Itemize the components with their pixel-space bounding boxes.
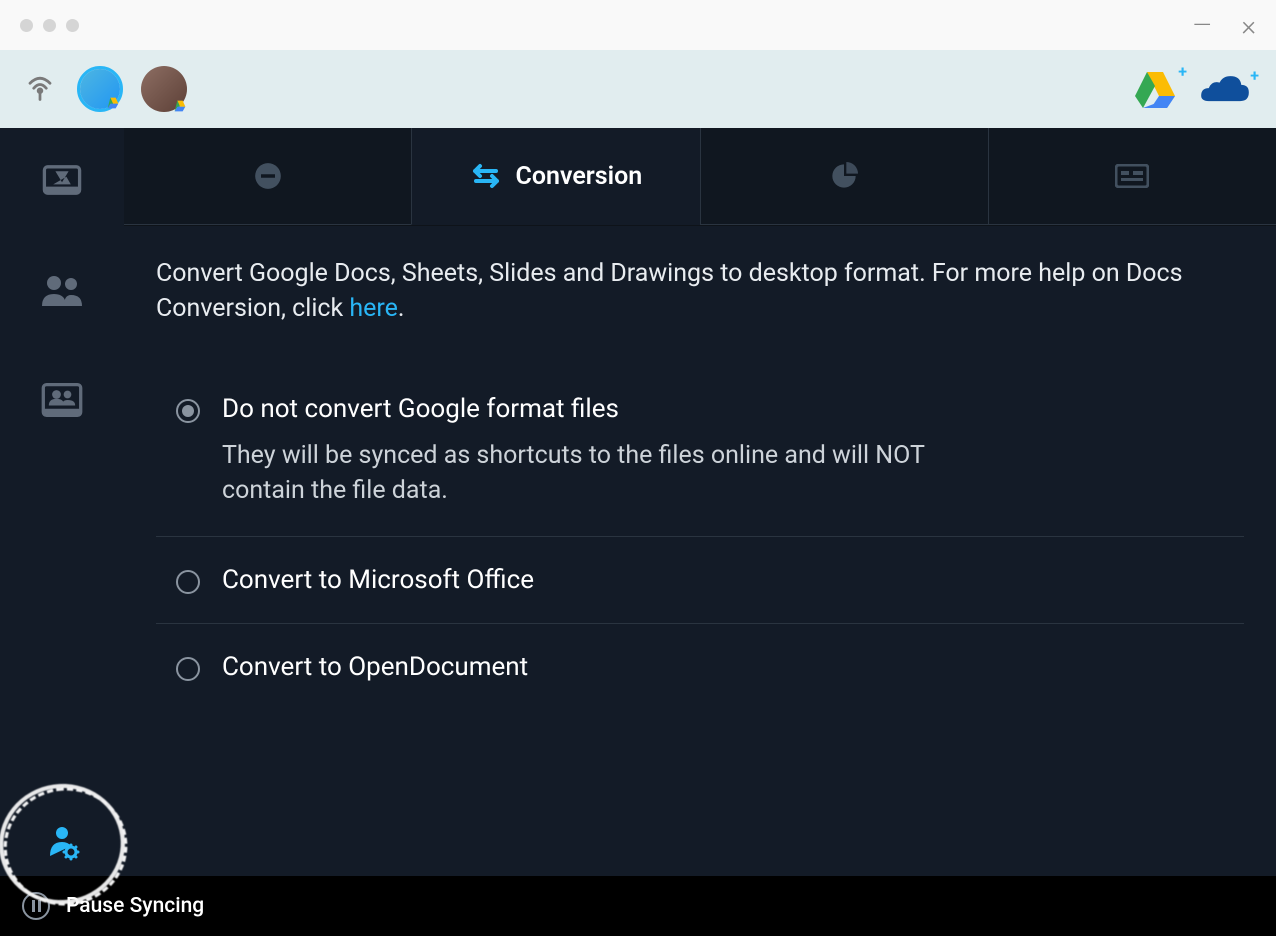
radio-label: Convert to OpenDocument — [222, 652, 1244, 682]
radio-indicator-icon — [176, 399, 200, 423]
radio-option-ms-office[interactable]: Convert to Microsoft Office — [156, 537, 1244, 624]
tab-conversion[interactable]: Conversion — [411, 128, 699, 225]
account-avatar-2[interactable] — [141, 66, 187, 112]
account-avatar-1[interactable] — [77, 66, 123, 112]
conversion-icon — [470, 163, 502, 189]
radio-option-opendocument[interactable]: Convert to OpenDocument — [156, 624, 1244, 710]
drive-badge-icon — [104, 95, 122, 111]
footer: Pause Syncing — [0, 876, 1276, 936]
drive-badge-icon — [171, 98, 189, 114]
titlebar: — × — [0, 0, 1276, 50]
sidebar-item-shared-drives[interactable] — [40, 378, 84, 422]
minimize-icon[interactable]: — — [1193, 11, 1212, 39]
minus-circle-icon — [254, 162, 282, 190]
tab-account[interactable] — [988, 128, 1276, 225]
pause-icon — [32, 900, 35, 912]
plus-icon: + — [1178, 62, 1187, 81]
sidebar-item-shared[interactable] — [38, 272, 86, 308]
pause-icon — [38, 900, 41, 912]
sidebar-item-account-settings[interactable] — [42, 822, 82, 866]
radio-indicator-icon — [176, 657, 200, 681]
add-google-drive-button[interactable]: + — [1131, 66, 1179, 112]
radio-option-do-not-convert[interactable]: Do not convert Google format files They … — [156, 366, 1244, 537]
network-icon[interactable] — [25, 70, 55, 108]
conversion-description: Convert Google Docs, Sheets, Slides and … — [156, 256, 1244, 326]
sidebar — [0, 128, 124, 876]
pie-chart-icon — [830, 162, 858, 190]
plus-icon: + — [1250, 66, 1259, 85]
tab-exclusions[interactable] — [124, 128, 411, 225]
radio-indicator-icon — [176, 570, 200, 594]
tab-storage[interactable] — [700, 128, 988, 225]
radio-label: Do not convert Google format files — [222, 394, 1244, 424]
add-onedrive-button[interactable]: + — [1199, 70, 1251, 108]
minimize-traffic-light[interactable] — [43, 19, 56, 32]
radio-label: Convert to Microsoft Office — [222, 565, 1244, 595]
user-gear-icon — [42, 822, 82, 866]
close-icon[interactable]: × — [1241, 9, 1256, 42]
tabs: Conversion — [124, 128, 1276, 226]
conversion-options: Do not convert Google format files They … — [156, 366, 1244, 710]
help-link[interactable]: here — [349, 294, 398, 323]
content-panel: Conversion — [124, 128, 1276, 876]
maximize-traffic-light[interactable] — [66, 19, 79, 32]
window-controls: — × — [1193, 9, 1256, 42]
tab-label: Conversion — [516, 162, 643, 191]
sidebar-item-drive[interactable] — [40, 158, 84, 202]
close-traffic-light[interactable] — [20, 19, 33, 32]
top-toolbar: + + — [0, 50, 1276, 128]
id-card-icon — [1115, 164, 1149, 188]
traffic-lights — [20, 19, 79, 32]
radio-sublabel: They will be synced as shortcuts to the … — [222, 438, 1002, 508]
